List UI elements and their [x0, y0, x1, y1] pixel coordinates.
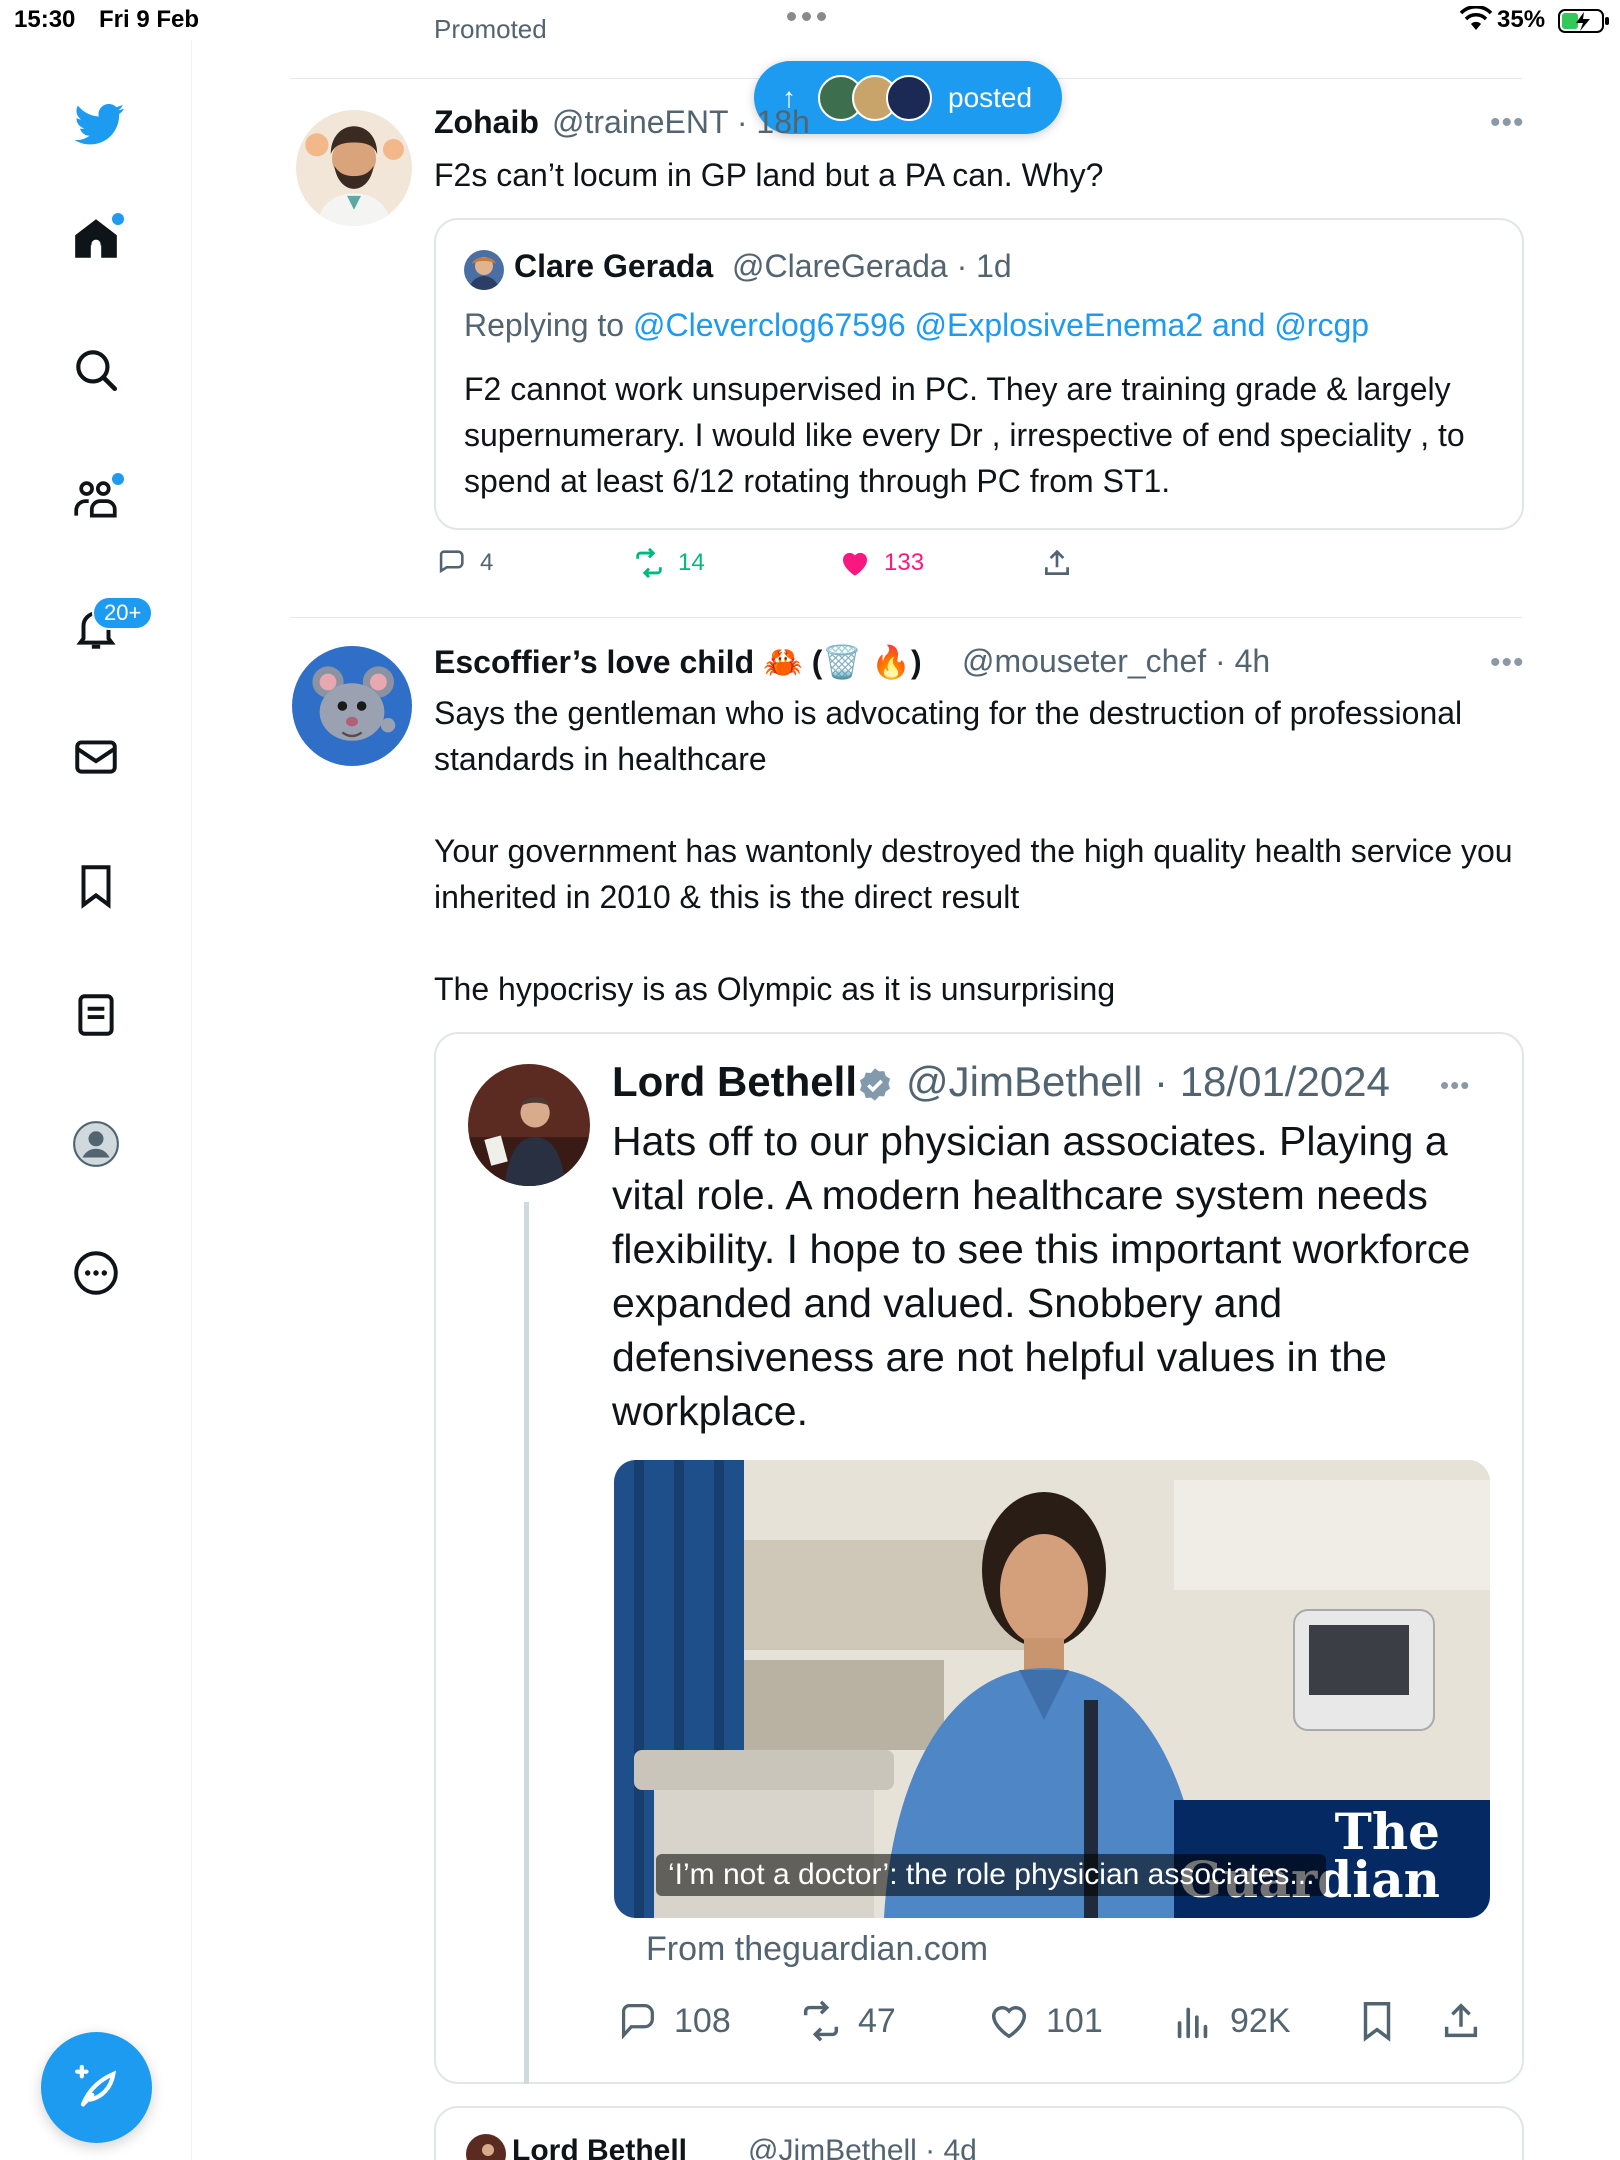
- heart-outline-icon: [991, 2006, 1027, 2039]
- lists-icon[interactable]: [62, 981, 130, 1049]
- twitter-logo-icon[interactable]: [66, 90, 134, 158]
- verified-badge-icon: [859, 1068, 891, 1101]
- link-preview-card[interactable]: The Guardian ‘I’m not a doctor’: the rol…: [614, 1460, 1490, 1918]
- messages-mail-icon[interactable]: [62, 723, 130, 791]
- quote-tweet-text: Hats off to our physician associates. Pl…: [612, 1118, 1471, 1434]
- share-button[interactable]: [1040, 546, 1074, 580]
- compose-feather-icon: [74, 2064, 116, 2106]
- avatar[interactable]: [292, 646, 412, 766]
- replying-to-mentions[interactable]: @Cleverclog67596 @ExplosiveEnema2 and @r…: [633, 307, 1369, 343]
- tweet-text-paragraph: Your government has wantonly destroyed t…: [434, 833, 1513, 915]
- battery-charging-icon: [1558, 9, 1609, 33]
- reply-count: 4: [480, 549, 494, 576]
- repost-button[interactable]: 14: [632, 546, 705, 580]
- battery-percent: 35%: [1497, 6, 1546, 33]
- quote-author-handle: @ClareGerada · 1d: [732, 248, 1012, 284]
- divider: [290, 617, 1522, 618]
- replying-to-line: Replying to @Cleverclog67596 @ExplosiveE…: [464, 302, 1504, 348]
- share-button[interactable]: [1438, 1998, 1484, 2044]
- like-button[interactable]: 133: [838, 546, 924, 580]
- repost-count: 14: [678, 549, 705, 576]
- views-count: 92K: [1230, 2001, 1291, 2040]
- profile-avatar-icon[interactable]: [62, 1110, 130, 1178]
- tweet-author-handle[interactable]: @mouseter_chef · 4h: [962, 643, 1270, 680]
- repost-icon: [636, 547, 662, 579]
- repost-count: 47: [858, 2001, 896, 2040]
- share-icon: [1045, 549, 1069, 575]
- status-bar: 15:30 Fri 9 Feb 35%: [0, 0, 1620, 40]
- quote-avatar[interactable]: [468, 1064, 590, 1186]
- quote-author-name[interactable]: Lord Bethell: [612, 1058, 857, 1106]
- communities-icon[interactable]: [62, 465, 130, 533]
- communities-unread-dot: [112, 473, 124, 485]
- quote-author-handle[interactable]: @JimBethell · 18/01/2024: [906, 1058, 1390, 1106]
- tweet-text: F2s can’t locum in GP land but a PA can.…: [434, 157, 1104, 193]
- pill-avatars: [818, 74, 932, 121]
- status-date: Fri 9 Feb: [99, 6, 200, 33]
- next-tweet-author-name[interactable]: Lord Bethell: [512, 2134, 687, 2160]
- repost-button[interactable]: 47: [798, 1998, 896, 2044]
- views-chart-icon: [1177, 2007, 1208, 2039]
- article-title-caption: ‘I’m not a doctor’: the role physician a…: [656, 1854, 1327, 1896]
- source-domain-link[interactable]: From theguardian.com: [646, 1930, 988, 1969]
- avatar[interactable]: [296, 110, 412, 226]
- repost-icon: [803, 2000, 839, 2042]
- reply-count: 108: [674, 2001, 731, 2040]
- like-count: 101: [1046, 2001, 1103, 2040]
- quote-author-name: Clare Gerada: [514, 248, 714, 284]
- reply-icon: [439, 550, 464, 574]
- bookmark-button[interactable]: [1354, 1998, 1400, 2044]
- share-icon: [1444, 2003, 1478, 2038]
- home-icon[interactable]: [62, 205, 130, 273]
- multitasking-dots-icon[interactable]: [787, 12, 826, 21]
- notification-count-badge: 20+: [92, 596, 154, 630]
- bookmark-icon: [1363, 2002, 1391, 2042]
- reply-button[interactable]: 108: [614, 1998, 731, 2044]
- tweet-text-paragraph: The hypocrisy is as Olympic as it is uns…: [434, 971, 1116, 1007]
- wifi-icon: [1460, 6, 1492, 30]
- tweet-more-icon[interactable]: •••: [1490, 106, 1525, 140]
- more-options-icon[interactable]: [62, 1239, 130, 1307]
- guardian-logo-line: The: [1334, 1802, 1440, 1861]
- thread-line: [524, 1202, 529, 2084]
- quote-avatar: [464, 250, 504, 290]
- bookmarks-icon[interactable]: [62, 852, 130, 920]
- views-button[interactable]: 92K: [1170, 1998, 1291, 2044]
- promoted-label: Promoted: [434, 14, 547, 42]
- heart-filled-icon: [842, 552, 868, 576]
- pill-avatar: [886, 74, 932, 121]
- status-time: 15:30: [14, 6, 76, 33]
- quote-tweet-text: F2 cannot work unsupervised in PC. They …: [464, 371, 1465, 499]
- tweet-author-name[interactable]: Zohaib: [434, 104, 539, 141]
- tweet-author-handle[interactable]: @traineENT · 18h: [552, 104, 810, 141]
- explore-search-icon[interactable]: [62, 336, 130, 404]
- compose-tweet-button[interactable]: [41, 2032, 152, 2143]
- sidebar: 20+: [0, 40, 192, 2160]
- tweet-text-paragraph: Says the gentleman who is advocating for…: [434, 695, 1463, 777]
- replying-to-prefix: Replying to: [464, 307, 633, 343]
- like-button[interactable]: 101: [986, 1998, 1103, 2044]
- like-count: 133: [884, 549, 925, 576]
- reply-icon: [621, 2004, 654, 2040]
- reply-button[interactable]: 4: [434, 546, 493, 580]
- tweet-more-icon[interactable]: •••: [1490, 646, 1525, 680]
- next-tweet-author-handle[interactable]: @JimBethell · 4d: [748, 2134, 977, 2160]
- quote-more-icon[interactable]: •••: [1440, 1070, 1470, 1101]
- tweet-author-name[interactable]: Escoffier’s love child 🦀 (🗑️ 🔥): [434, 643, 922, 681]
- new-posts-label: posted: [948, 81, 1033, 113]
- quote-tweet-card[interactable]: Clare Gerada @ClareGerada · 1d Replying …: [434, 218, 1524, 530]
- home-unread-dot: [112, 213, 124, 225]
